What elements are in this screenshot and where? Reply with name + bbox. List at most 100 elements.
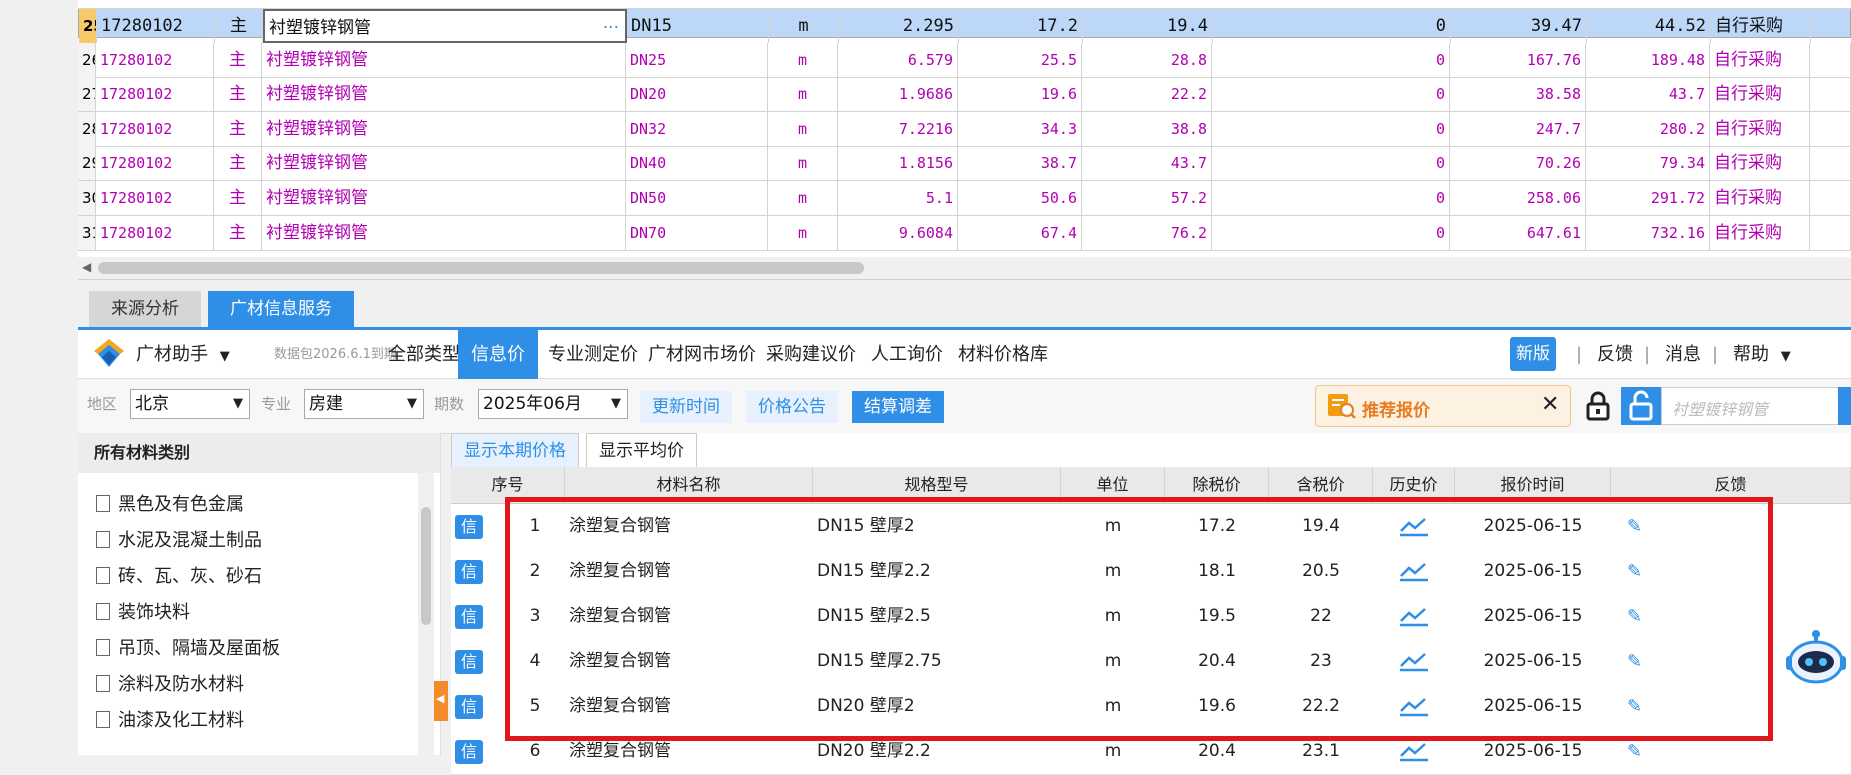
table-row[interactable]: 2617280102主衬塑镀锌钢管DN25m6.57925.528.80167.… [78, 42, 1851, 78]
horizontal-scrollbar[interactable]: ◀ [78, 257, 1851, 280]
tab-average-price[interactable]: 显示平均价 [586, 433, 697, 467]
messages-link[interactable]: 消息 [1652, 330, 1714, 379]
tab-source-analysis[interactable]: 来源分析 [89, 291, 201, 327]
search-input[interactable]: 衬塑镀锌钢管 [1672, 396, 1768, 420]
cell-n: 25 [79, 9, 97, 43]
cell-name[interactable]: 衬塑镀锌钢管 ··· [263, 9, 627, 43]
category-item[interactable]: 装饰块料 [96, 593, 190, 633]
toolbar-item-6[interactable]: 材料价格库 [945, 330, 1061, 379]
search-icon[interactable] [1838, 387, 1851, 425]
region-label: 地区 [87, 395, 118, 413]
cell-_ [1810, 146, 1851, 181]
cell-p1: 34.3 [958, 111, 1082, 146]
cell-src: 自行采购 [1710, 215, 1810, 250]
table-row[interactable]: 2517280102主衬塑镀锌钢管···DN15m2.29517.219.403… [78, 8, 1851, 43]
cell-_ [1810, 42, 1851, 77]
scroll-left-icon[interactable]: ◀ [82, 260, 91, 274]
category-item[interactable]: 涂料及防水材料 [96, 665, 244, 705]
period-label: 期数 [434, 395, 465, 413]
toolbar-item-5[interactable]: 人工询价 [858, 330, 956, 379]
document-icon [96, 675, 110, 692]
table-row[interactable]: 2817280102主衬塑镀锌钢管DN32m7.221634.338.80247… [78, 111, 1851, 147]
assistant-label: 广材助手 [136, 344, 208, 365]
table-row[interactable]: 2717280102主衬塑镀锌钢管DN20m1.968619.622.2038.… [78, 77, 1851, 113]
table-row-partial [78, 0, 1851, 9]
price-notice-button[interactable]: 价格公告 [746, 391, 838, 423]
close-icon[interactable]: ✕ [1541, 392, 1559, 417]
cell-t1: 247.7 [1450, 111, 1586, 146]
category-label: 水泥及混凝土制品 [118, 530, 262, 551]
cell-name: 衬塑镀锌钢管 [262, 181, 626, 215]
cell-p1: 25.5 [958, 42, 1082, 77]
category-label: 砖、瓦、灰、砂石 [118, 566, 262, 587]
cell-p1: 19.6 [958, 77, 1082, 112]
collapse-panel-button[interactable]: ◀ [434, 681, 448, 721]
ellipsis-button[interactable]: ··· [603, 11, 619, 41]
cell-n: 31 [78, 215, 96, 250]
toolbar-item-1[interactable]: 信息价 [458, 330, 538, 379]
toolbar-item-4[interactable]: 采购建议价 [753, 330, 869, 379]
scrollbar-thumb[interactable] [98, 262, 864, 274]
robot-assistant-icon[interactable] [1786, 628, 1846, 690]
cell-qty: 7.2216 [838, 111, 958, 146]
toolbar-item-3[interactable]: 广材网市场价 [635, 330, 769, 379]
info-price-badge: 信 [455, 515, 483, 539]
category-item[interactable]: 水泥及混凝土制品 [96, 521, 262, 561]
recommend-icon [1328, 394, 1356, 419]
scrollbar-thumb[interactable] [421, 507, 431, 625]
cell-p3: 0 [1212, 42, 1450, 77]
category-item[interactable]: 吊顶、隔墙及屋面板 [96, 629, 280, 669]
divider: | [1644, 344, 1651, 365]
info-toolbar: 广材助手 ▼ 数据包2026.6.1到期 新版 | 反馈 | 消息 | 帮助 ▼… [78, 327, 1851, 379]
unlock-icon[interactable] [1621, 387, 1661, 425]
material-grid: 2517280102主衬塑镀锌钢管···DN15m2.29517.219.403… [78, 0, 1851, 257]
cell-p1: 17.2 [959, 9, 1083, 43]
category-scrollbar[interactable] [418, 473, 434, 755]
table-row[interactable]: 3017280102主衬塑镀锌钢管DN50m5.150.657.20258.06… [78, 181, 1851, 216]
feedback-link[interactable]: 反馈 [1584, 330, 1646, 379]
assistant-menu[interactable]: 广材助手 ▼ [128, 330, 238, 379]
logo-icon [94, 339, 124, 367]
category-item[interactable]: 砖、瓦、灰、砂石 [96, 557, 262, 597]
dropdown-icon: ▼ [1780, 349, 1791, 364]
cell-name: 衬塑镀锌钢管 [262, 77, 626, 112]
document-icon [96, 531, 110, 548]
help-menu[interactable]: 帮助 ▼ [1720, 330, 1804, 379]
major-select[interactable]: 房建 ▼ [304, 389, 424, 419]
new-version-button[interactable]: 新版 [1510, 337, 1556, 371]
category-label: 油漆及化工材料 [118, 710, 244, 731]
cell-_ [1811, 9, 1851, 43]
cell-p2: 57.2 [1082, 181, 1212, 215]
category-panel: 所有材料类别 黑色及有色金属 水泥及混凝土制品 砖、瓦、灰、砂石 装饰块料 吊顶、隔墙及… [78, 433, 441, 755]
cell-spec: DN50 [626, 181, 768, 215]
region-select[interactable]: 北京 ▼ [130, 389, 250, 419]
cell-p3: 0 [1212, 215, 1450, 250]
cell-_ [1810, 111, 1851, 146]
tab-gcxx-info-service[interactable]: 广材信息服务 [208, 291, 354, 327]
tab-current-price[interactable]: 显示本期价格 [451, 433, 579, 467]
lock-icon[interactable] [1585, 391, 1611, 421]
table-row[interactable]: 3117280102主衬塑镀锌钢管DN70m9.608467.476.20647… [78, 215, 1851, 251]
toolbar-item-2[interactable]: 专业测定价 [535, 330, 651, 379]
document-icon [96, 639, 110, 656]
recommend-price-banner[interactable]: 推荐报价 ✕ [1315, 385, 1571, 427]
cell-t1: 38.58 [1450, 77, 1586, 112]
cell-_ [1810, 181, 1851, 215]
cell-qty: 2.295 [839, 9, 959, 43]
cell-p3: 0 [1213, 9, 1451, 43]
price-view-tabs: 显示本期价格 显示平均价 [451, 433, 1851, 467]
cell-src: 自行采购 [1711, 9, 1811, 43]
cell-n: 27 [78, 77, 96, 112]
period-select[interactable]: 2025年06月 ▼ [478, 389, 628, 419]
settle-diff-button[interactable]: 结算调差 [852, 391, 944, 423]
cell-type: 主 [214, 181, 262, 215]
category-item[interactable]: 黑色及有色金属 [96, 485, 244, 525]
table-row[interactable]: 2917280102主衬塑镀锌钢管DN40m1.815638.743.7070.… [78, 146, 1851, 182]
cell-p2: 19.4 [1083, 9, 1213, 43]
update-time-button[interactable]: 更新时间 [640, 391, 732, 423]
search-input-box[interactable]: 衬塑镀锌钢管 [1661, 387, 1851, 425]
category-item[interactable]: 油漆及化工材料 [96, 701, 244, 741]
cell-spec: DN20 [626, 77, 768, 112]
cell-p2: 43.7 [1082, 146, 1212, 181]
cell-p2: 38.8 [1082, 111, 1212, 146]
